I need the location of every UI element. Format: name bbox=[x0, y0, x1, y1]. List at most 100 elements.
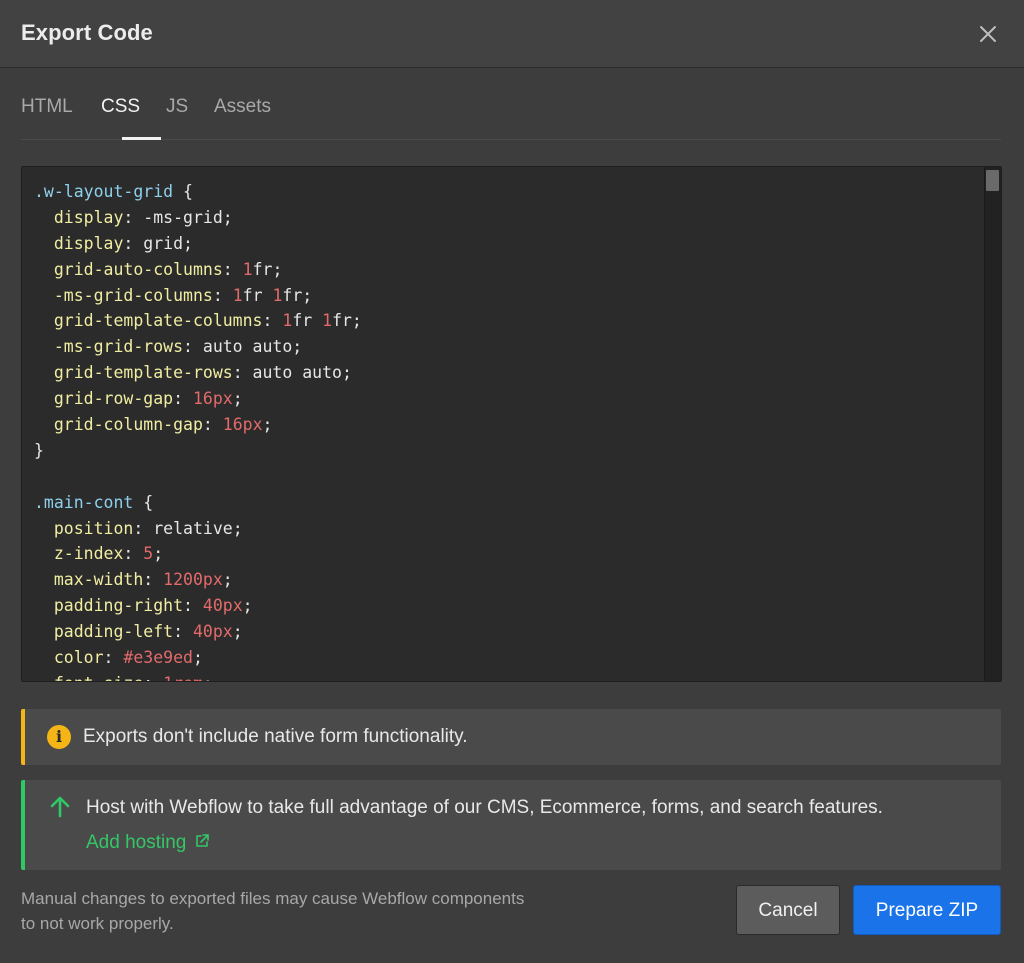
code-line: grid-auto-columns: 1fr; bbox=[34, 257, 981, 283]
tab-js[interactable]: JS bbox=[166, 96, 188, 118]
code-token-prop: position bbox=[53, 518, 134, 538]
code-token-prop: -ms-grid-rows bbox=[53, 337, 184, 357]
code-token-prop: grid-row-gap bbox=[53, 389, 174, 409]
code-line: .w-layout-grid { bbox=[34, 179, 981, 205]
code-token-prop: grid-auto-columns bbox=[53, 259, 223, 279]
code-token-val bbox=[34, 570, 54, 589]
code-token-val: fr; bbox=[282, 285, 313, 305]
code-token-val: ; bbox=[262, 415, 273, 435]
code-token-val: ; bbox=[232, 389, 243, 409]
code-viewer[interactable]: .w-layout-grid { display: -ms-grid; disp… bbox=[21, 166, 1002, 682]
code-line: grid-template-rows: auto auto; bbox=[34, 360, 981, 386]
add-hosting-label: Add hosting bbox=[86, 832, 187, 853]
code-line: z-index: 5; bbox=[34, 541, 981, 567]
code-token-prop: grid-template-rows bbox=[53, 363, 233, 383]
code-token-val bbox=[34, 415, 54, 434]
code-token-val: ; bbox=[232, 622, 243, 642]
code-token-num: 40px bbox=[202, 596, 243, 616]
code-token-val: : bbox=[212, 285, 233, 305]
code-token-val: : grid; bbox=[123, 233, 193, 253]
code-token-val: ; bbox=[222, 570, 233, 590]
code-line: -ms-grid-rows: auto auto; bbox=[34, 334, 981, 360]
code-token-prop: color bbox=[53, 648, 104, 668]
code-token-val: { bbox=[173, 182, 193, 201]
code-token-val: : bbox=[222, 259, 243, 279]
code-token-val bbox=[34, 622, 54, 641]
code-token-prop: grid-column-gap bbox=[53, 415, 203, 435]
code-token-val: : bbox=[183, 596, 203, 616]
code-token-val: : relative; bbox=[133, 518, 243, 538]
code-token-prop: -ms-grid-columns bbox=[53, 285, 213, 305]
code-token-val: : bbox=[143, 570, 164, 590]
code-token-val: : auto auto; bbox=[232, 363, 352, 383]
code-token-num: 1 bbox=[232, 285, 243, 305]
tab-assets[interactable]: Assets bbox=[214, 96, 271, 118]
arrow-up-icon bbox=[47, 794, 73, 820]
code-token-num: 1 bbox=[322, 311, 333, 331]
code-token-val: : bbox=[143, 674, 163, 681]
code-token-val: ; bbox=[203, 674, 213, 681]
code-token-val: : auto auto; bbox=[183, 337, 303, 357]
code-token-num: 16px bbox=[192, 389, 233, 409]
code-token-num: 1 bbox=[282, 311, 293, 331]
code-line: grid-template-columns: 1fr 1fr; bbox=[34, 308, 981, 334]
code-token-val bbox=[34, 519, 54, 538]
code-token-prop: display bbox=[53, 207, 124, 227]
form-warning-notice: i Exports don't include native form func… bbox=[21, 709, 1001, 765]
code-token-val bbox=[34, 260, 54, 279]
code-token-num: 40px bbox=[192, 622, 233, 642]
code-line: grid-row-gap: 16px; bbox=[34, 386, 981, 412]
code-line: display: -ms-grid; bbox=[34, 205, 981, 231]
tab-bar: HTML CSS JS Assets bbox=[21, 95, 1001, 140]
cancel-button[interactable]: Cancel bbox=[736, 885, 840, 935]
code-token-num: #e3e9ed bbox=[123, 648, 193, 668]
scrollbar-thumb[interactable] bbox=[986, 170, 999, 191]
code-token-sel: .w-layout-grid bbox=[34, 182, 174, 201]
code-token-prop: z-index bbox=[53, 544, 124, 564]
code-token-val: : bbox=[173, 389, 193, 409]
code-content: .w-layout-grid { display: -ms-grid; disp… bbox=[34, 179, 981, 681]
code-line: } bbox=[34, 438, 981, 464]
dialog-header: Export Code bbox=[0, 0, 1024, 68]
code-token-val bbox=[34, 234, 54, 253]
code-line: display: grid; bbox=[34, 231, 981, 257]
code-token-val: : bbox=[262, 311, 283, 331]
code-token-num: 16px bbox=[222, 415, 263, 435]
code-line: max-width: 1200px; bbox=[34, 567, 981, 593]
code-token-val: ; bbox=[153, 544, 164, 564]
dialog-title: Export Code bbox=[21, 20, 153, 45]
warning-text: Exports don't include native form functi… bbox=[83, 726, 468, 747]
code-token-val: ; bbox=[192, 648, 203, 668]
code-token-val bbox=[34, 337, 54, 356]
code-token-prop: display bbox=[53, 233, 124, 253]
code-token-prop: grid-template-columns bbox=[53, 311, 263, 331]
close-icon[interactable] bbox=[976, 22, 1000, 46]
code-token-prop: font-size bbox=[54, 674, 143, 681]
info-icon: i bbox=[47, 725, 71, 749]
code-token-val: : bbox=[123, 544, 144, 564]
code-token-num: 1 bbox=[272, 285, 283, 305]
prepare-zip-button[interactable]: Prepare ZIP bbox=[853, 885, 1001, 935]
code-token-val: : bbox=[173, 622, 193, 642]
code-token-num: 1rem bbox=[163, 674, 203, 681]
code-token-val: : -ms-grid; bbox=[123, 207, 233, 227]
code-token-val bbox=[34, 674, 54, 681]
code-line: grid-column-gap: 16px; bbox=[34, 412, 981, 438]
code-token-val: } bbox=[34, 440, 44, 460]
code-line: padding-right: 40px; bbox=[34, 593, 981, 619]
tab-html[interactable]: HTML bbox=[21, 96, 73, 118]
active-tab-indicator bbox=[122, 137, 161, 140]
code-token-num: 1 bbox=[242, 259, 253, 279]
add-hosting-link[interactable]: Add hosting bbox=[86, 832, 210, 854]
code-token-val: ; bbox=[242, 596, 253, 616]
code-token-val bbox=[34, 389, 54, 408]
code-token-num: 5 bbox=[143, 544, 154, 564]
code-line: position: relative; bbox=[34, 516, 981, 542]
code-token-prop: padding-left bbox=[53, 622, 174, 642]
code-line: font-size: 1rem; bbox=[34, 671, 981, 681]
code-scrollbar[interactable] bbox=[984, 167, 1001, 681]
code-token-val: fr bbox=[242, 285, 273, 305]
tab-css[interactable]: CSS bbox=[101, 96, 140, 118]
footer-note: Manual changes to exported files may cau… bbox=[21, 889, 525, 933]
